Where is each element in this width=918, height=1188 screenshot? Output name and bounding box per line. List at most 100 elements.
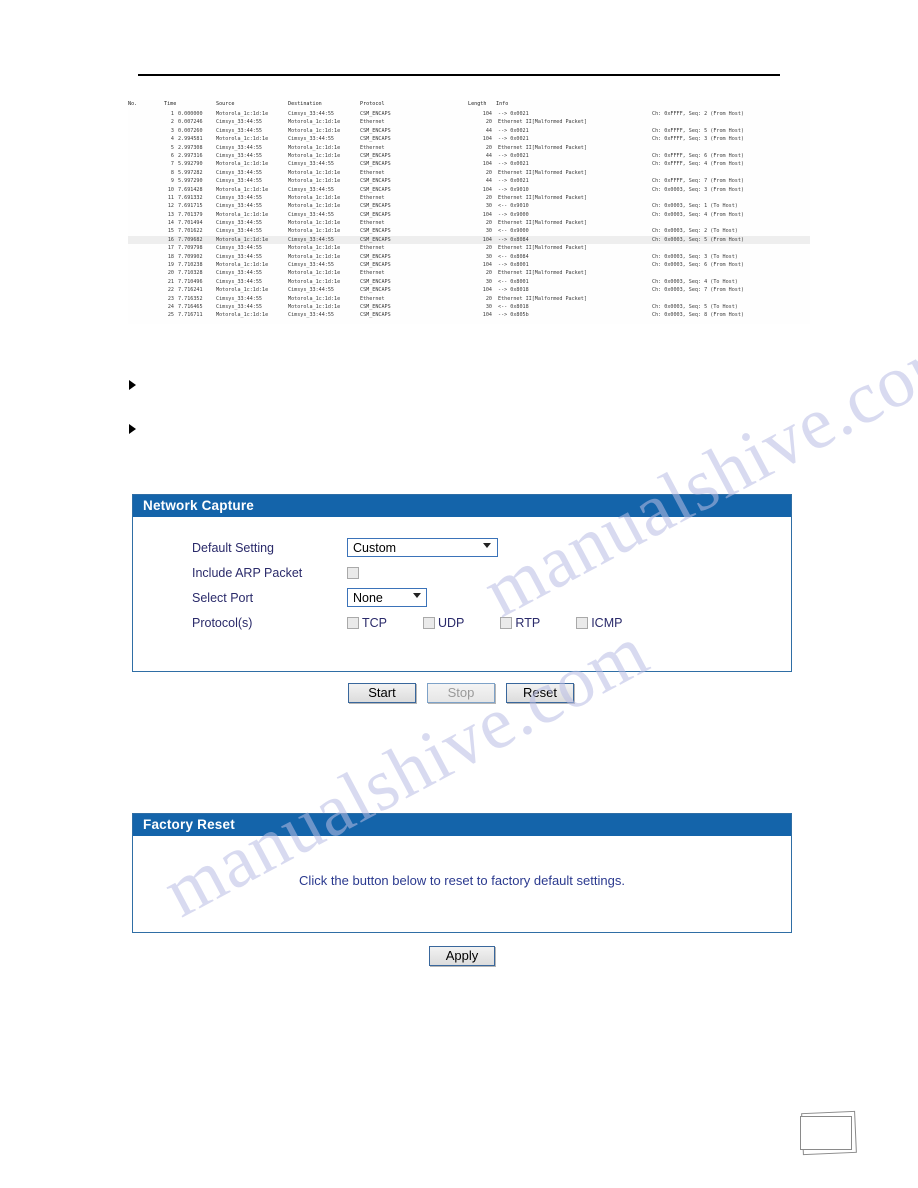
- select-port-value: None: [353, 591, 383, 605]
- apply-button[interactable]: Apply: [429, 946, 495, 966]
- select-port-select[interactable]: None: [347, 588, 427, 607]
- packet-time: 7.710496: [178, 278, 203, 285]
- packet-time: 0.000000: [178, 111, 203, 117]
- packet-time: 5.992790: [178, 161, 203, 168]
- page-number-inner-frame: [800, 1116, 852, 1150]
- reset-button[interactable]: Reset: [506, 683, 574, 703]
- row-default-setting: Default Setting Custom: [133, 535, 791, 560]
- packet-length: 104: [482, 287, 492, 294]
- packet-time: 7.709902: [178, 253, 203, 260]
- packet-row: 22 7.716241 Motorola_1c:1d:1e Cimsys_33:44:…: [128, 286, 810, 294]
- packet-time: 7.701622: [178, 228, 203, 235]
- packet-no: 10: [167, 186, 174, 193]
- packet-time: 7.716711: [178, 312, 203, 319]
- packet-length: 44: [485, 127, 492, 134]
- packet-destination: Cimsys_33:44:55: [288, 161, 335, 168]
- packet-length: 20: [485, 169, 492, 176]
- packet-channel-seq: Ch: 0x0003, Seq: 1 (To Host): [652, 203, 738, 210]
- packet-length: 104: [482, 312, 492, 319]
- packet-destination: Motorola_1c:1d:1e: [288, 303, 341, 310]
- packet-source: Motorola_1c:1d:1e: [216, 262, 269, 269]
- packet-channel-seq: Ch: 0x0003, Seq: 3 (From Host): [652, 186, 745, 193]
- protocol-item-udp[interactable]: UDP: [423, 616, 464, 630]
- chevron-down-icon: [483, 543, 491, 548]
- packet-destination: Motorola_1c:1d:1e: [288, 295, 341, 302]
- packet-time: 7.716352: [178, 295, 203, 302]
- packet-time: 2.997308: [178, 144, 203, 151]
- packet-destination: Motorola_1c:1d:1e: [288, 253, 341, 260]
- protocol-checkbox-rtp[interactable]: [500, 616, 513, 629]
- packet-destination: Cimsys_33:44:55: [288, 111, 335, 117]
- packet-no: 21: [167, 278, 174, 285]
- packet-info: Ethernet II[Malformed Packet]: [498, 295, 587, 302]
- packet-channel-seq: Ch: 0xFFFF, Seq: 4 (From Host): [652, 161, 745, 168]
- packet-no: 15: [167, 228, 174, 235]
- packet-channel-seq: Ch: 0xFFFF, Seq: 3 (From Host): [652, 136, 745, 143]
- packet-time: 0.007246: [178, 119, 203, 126]
- packet-source: Cimsys_33:44:55: [216, 270, 263, 277]
- protocol-checkbox-tcp[interactable]: [347, 616, 359, 629]
- packet-source: Cimsys_33:44:55: [216, 127, 263, 134]
- packet-protocol: CSM_ENCAPS: [360, 186, 391, 193]
- include-arp-packet-checkbox[interactable]: [347, 566, 359, 579]
- network-capture-panel: Network Capture Default Setting Custom I…: [132, 494, 792, 672]
- page-number-placeholder: [800, 1110, 858, 1156]
- packet-length: 104: [482, 211, 492, 218]
- packet-length: 20: [485, 144, 492, 151]
- packet-capture-header-row: No. Time Source Destination Protocol Len…: [128, 100, 810, 110]
- packet-protocol: CSM_ENCAPS: [360, 236, 391, 243]
- protocol-checkbox-udp[interactable]: [423, 616, 435, 629]
- default-setting-select[interactable]: Custom: [347, 538, 498, 557]
- packet-time: 5.997290: [178, 178, 203, 185]
- column-header-length: Length: [468, 101, 487, 107]
- start-button[interactable]: Start: [348, 683, 416, 703]
- packet-length: 20: [485, 270, 492, 277]
- network-capture-panel-body: Default Setting Custom Include ARP Packe…: [133, 517, 791, 635]
- packet-destination: Motorola_1c:1d:1e: [288, 278, 341, 285]
- packet-destination: Motorola_1c:1d:1e: [288, 270, 341, 277]
- packet-no: 17: [167, 245, 174, 252]
- packet-time: 0.007260: [178, 127, 203, 134]
- packet-length: 20: [485, 119, 492, 126]
- packet-length: 104: [482, 111, 492, 117]
- protocol-item-tcp[interactable]: TCP: [347, 616, 387, 630]
- packet-length: 104: [482, 161, 492, 168]
- column-header-source: Source: [216, 101, 235, 107]
- packet-source: Cimsys_33:44:55: [216, 228, 263, 235]
- protocol-item-rtp[interactable]: RTP: [500, 616, 540, 630]
- packet-row: 24 7.716465 Cimsys_33:44:55 Motorola_1c:1d:…: [128, 303, 810, 311]
- protocol-item-icmp[interactable]: ICMP: [576, 616, 622, 630]
- packet-destination: Cimsys_33:44:55: [288, 312, 335, 319]
- packet-time: 7.710328: [178, 270, 203, 277]
- row-include-arp-packet: Include ARP Packet: [133, 560, 791, 585]
- packet-source: Cimsys_33:44:55: [216, 278, 263, 285]
- factory-reset-panel-title: Factory Reset: [133, 814, 791, 836]
- packet-destination: Cimsys_33:44:55: [288, 287, 335, 294]
- label-select-port: Select Port: [192, 590, 254, 605]
- packet-info: --> 0x9000: [498, 211, 529, 218]
- packet-capture-listing: No. Time Source Destination Protocol Len…: [128, 100, 810, 324]
- row-protocols: Protocol(s) TCP UDP RTP ICMP: [133, 610, 791, 635]
- packet-source: Cimsys_33:44:55: [216, 152, 263, 159]
- packet-protocol: Ethernet: [360, 169, 385, 176]
- packet-time: 2.994581: [178, 136, 203, 143]
- packet-row: 16 7.709682 Motorola_1c:1d:1e Cimsys_33:44:…: [128, 235, 810, 245]
- packet-length: 30: [485, 278, 492, 285]
- packet-channel-seq: Ch: 0x0003, Seq: 4 (From Host): [652, 211, 745, 218]
- packet-info: Ethernet II[Malformed Packet]: [498, 245, 587, 252]
- packet-time: 2.997316: [178, 152, 203, 159]
- protocol-checkbox-group: TCP UDP RTP ICMP: [347, 616, 658, 630]
- packet-destination: Motorola_1c:1d:1e: [288, 144, 341, 151]
- packet-length: 104: [482, 186, 492, 193]
- packet-info: <-- 0x8084: [498, 253, 529, 260]
- column-header-protocol: Protocol: [360, 101, 385, 107]
- packet-info: Ethernet II[Malformed Packet]: [498, 119, 587, 126]
- packet-destination: Cimsys_33:44:55: [288, 136, 335, 143]
- protocol-checkbox-icmp[interactable]: [576, 616, 589, 629]
- packet-channel-seq: Ch: 0xFFFF, Seq: 6 (From Host): [652, 152, 745, 159]
- packet-source: Motorola_1c:1d:1e: [216, 287, 269, 294]
- packet-protocol: CSM_ENCAPS: [360, 111, 391, 117]
- packet-time: 7.716465: [178, 303, 203, 310]
- stop-button[interactable]: Stop: [427, 683, 495, 703]
- row-select-port: Select Port None: [133, 585, 791, 610]
